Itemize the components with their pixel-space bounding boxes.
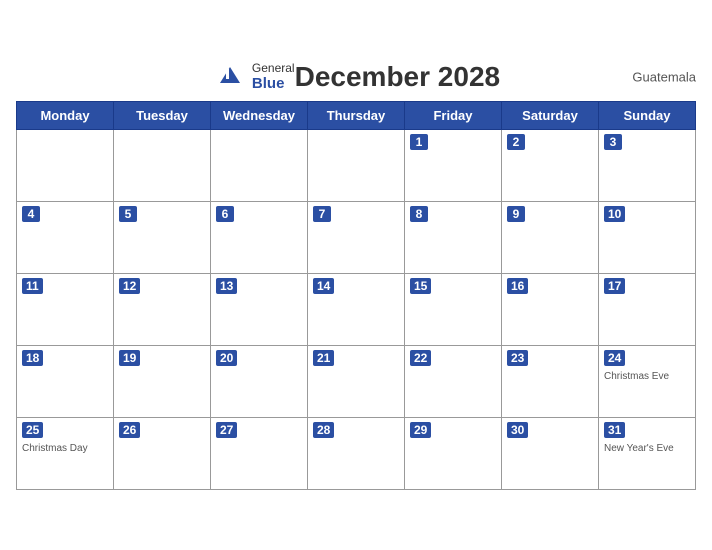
calendar-day-cell: [308, 129, 405, 201]
day-number: 13: [216, 278, 237, 294]
calendar-day-cell: 12: [114, 273, 211, 345]
calendar-day-cell: 25 Christmas Day: [17, 417, 114, 489]
weekday-header: Monday: [17, 101, 114, 129]
day-number: 16: [507, 278, 528, 294]
country-label: Guatemala: [632, 69, 696, 84]
calendar-day-cell: 6: [211, 201, 308, 273]
calendar-day-cell: 29: [405, 417, 502, 489]
day-number: 29: [410, 422, 431, 438]
calendar-week-row: 1 2 3: [17, 129, 696, 201]
day-number: 24: [604, 350, 625, 366]
day-number: 6: [216, 206, 234, 222]
calendar-day-cell: 4: [17, 201, 114, 273]
logo: General Blue: [212, 61, 295, 92]
day-number: 15: [410, 278, 431, 294]
calendar-day-cell: 15: [405, 273, 502, 345]
calendar-week-row: 4 5 6 7 8 9 10: [17, 201, 696, 273]
day-event: Christmas Day: [22, 442, 108, 455]
calendar-title: December 2028: [295, 61, 500, 93]
weekday-header-row: MondayTuesdayWednesdayThursdayFridaySatu…: [17, 101, 696, 129]
calendar-day-cell: 11: [17, 273, 114, 345]
day-number: 2: [507, 134, 525, 150]
day-number: 25: [22, 422, 43, 438]
day-number: 21: [313, 350, 334, 366]
calendar-day-cell: 24 Christmas Eve: [599, 345, 696, 417]
day-number: 7: [313, 206, 331, 222]
calendar-day-cell: 7: [308, 201, 405, 273]
weekday-header: Friday: [405, 101, 502, 129]
calendar-week-row: 18 19 20 21 22 23 24 Christmas Eve: [17, 345, 696, 417]
weekday-header: Sunday: [599, 101, 696, 129]
calendar-day-cell: 5: [114, 201, 211, 273]
weekday-header: Saturday: [502, 101, 599, 129]
calendar-day-cell: 9: [502, 201, 599, 273]
calendar-day-cell: 31 New Year's Eve: [599, 417, 696, 489]
weekday-header: Tuesday: [114, 101, 211, 129]
day-number: 26: [119, 422, 140, 438]
calendar-day-cell: 19: [114, 345, 211, 417]
calendar-week-row: 25 Christmas Day 26 27 28 29 30 31 New Year's Ev…: [17, 417, 696, 489]
calendar-day-cell: 10: [599, 201, 696, 273]
calendar-day-cell: 13: [211, 273, 308, 345]
day-number: 28: [313, 422, 334, 438]
day-number: 10: [604, 206, 625, 222]
day-number: 31: [604, 422, 625, 438]
calendar-day-cell: 26: [114, 417, 211, 489]
calendar-day-cell: 30: [502, 417, 599, 489]
day-number: 8: [410, 206, 428, 222]
calendar-day-cell: 28: [308, 417, 405, 489]
calendar-day-cell: 3: [599, 129, 696, 201]
day-number: 22: [410, 350, 431, 366]
logo-icon: [212, 63, 248, 91]
day-number: 27: [216, 422, 237, 438]
calendar-day-cell: 14: [308, 273, 405, 345]
day-number: 19: [119, 350, 140, 366]
day-event: New Year's Eve: [604, 442, 690, 455]
day-number: 14: [313, 278, 334, 294]
calendar-day-cell: 21: [308, 345, 405, 417]
calendar-day-cell: 16: [502, 273, 599, 345]
day-number: 5: [119, 206, 137, 222]
day-number: 1: [410, 134, 428, 150]
calendar-day-cell: [17, 129, 114, 201]
calendar-table: MondayTuesdayWednesdayThursdayFridaySatu…: [16, 101, 696, 490]
day-number: 17: [604, 278, 625, 294]
calendar-day-cell: 2: [502, 129, 599, 201]
calendar-week-row: 11 12 13 14 15 16 17: [17, 273, 696, 345]
day-number: 23: [507, 350, 528, 366]
calendar-day-cell: 23: [502, 345, 599, 417]
calendar-day-cell: 17: [599, 273, 696, 345]
day-event: Christmas Eve: [604, 370, 690, 383]
day-number: 9: [507, 206, 525, 222]
day-number: 20: [216, 350, 237, 366]
day-number: 11: [22, 278, 43, 294]
weekday-header: Wednesday: [211, 101, 308, 129]
logo-general-text: General: [252, 61, 295, 75]
calendar-day-cell: [114, 129, 211, 201]
calendar-day-cell: [211, 129, 308, 201]
day-number: 18: [22, 350, 43, 366]
calendar-day-cell: 1: [405, 129, 502, 201]
calendar-day-cell: 22: [405, 345, 502, 417]
day-number: 12: [119, 278, 140, 294]
calendar-day-cell: 20: [211, 345, 308, 417]
calendar-header: General Blue December 2028 Guatemala: [16, 61, 696, 93]
day-number: 4: [22, 206, 40, 222]
calendar-day-cell: 27: [211, 417, 308, 489]
calendar-day-cell: 8: [405, 201, 502, 273]
day-number: 30: [507, 422, 528, 438]
calendar-day-cell: 18: [17, 345, 114, 417]
calendar-wrapper: General Blue December 2028 Guatemala Mon…: [6, 51, 706, 500]
weekday-header: Thursday: [308, 101, 405, 129]
logo-blue-text: Blue: [252, 75, 295, 92]
day-number: 3: [604, 134, 622, 150]
